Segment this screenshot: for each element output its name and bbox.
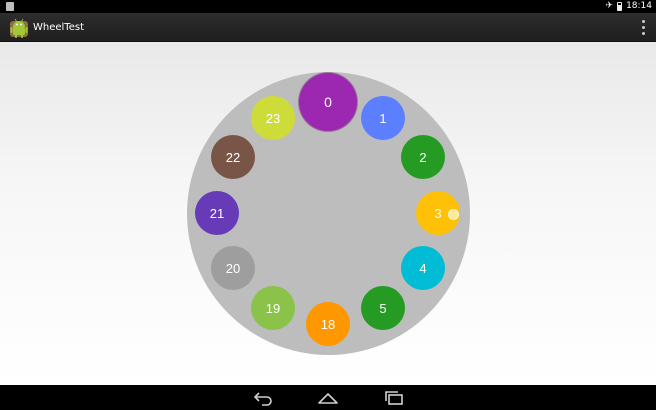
wheel[interactable]: 0 1 2 3 4 5 18 19 20 21 22 23 [187,72,470,355]
wheel-item-22[interactable]: 22 [211,135,255,179]
recents-icon[interactable] [382,389,406,406]
action-bar: WheelTest [0,13,656,42]
wheel-item-18[interactable]: 18 [306,302,350,346]
content-area: 0 1 2 3 4 5 18 19 20 21 22 23 [0,42,656,385]
wheel-item-23[interactable]: 23 [251,96,295,140]
wheel-item-2[interactable]: 2 [401,135,445,179]
touch-indicator [447,208,459,220]
wheel-item-20[interactable]: 20 [211,246,255,290]
status-time: 18:14 [626,1,652,11]
wheel-item-1[interactable]: 1 [361,96,405,140]
navigation-bar [0,385,656,410]
wheel-item-21[interactable]: 21 [195,191,239,235]
battery-icon [617,2,623,11]
wheel-item-4[interactable]: 4 [401,246,445,290]
back-icon[interactable] [251,389,275,406]
app-title: WheelTest [33,22,85,33]
android-robot-icon[interactable] [8,15,30,39]
home-icon[interactable] [316,389,340,406]
status-right: ✈ 18:14 [606,0,652,13]
status-bar: ✈ 18:14 [0,0,656,13]
airplane-icon: ✈ [605,1,614,11]
overflow-menu-icon[interactable] [640,20,646,35]
wheel-item-5[interactable]: 5 [361,286,405,330]
notification-icon [6,2,14,11]
wheel-item-19[interactable]: 19 [251,286,295,330]
wheel-item-0[interactable]: 0 [299,73,357,131]
